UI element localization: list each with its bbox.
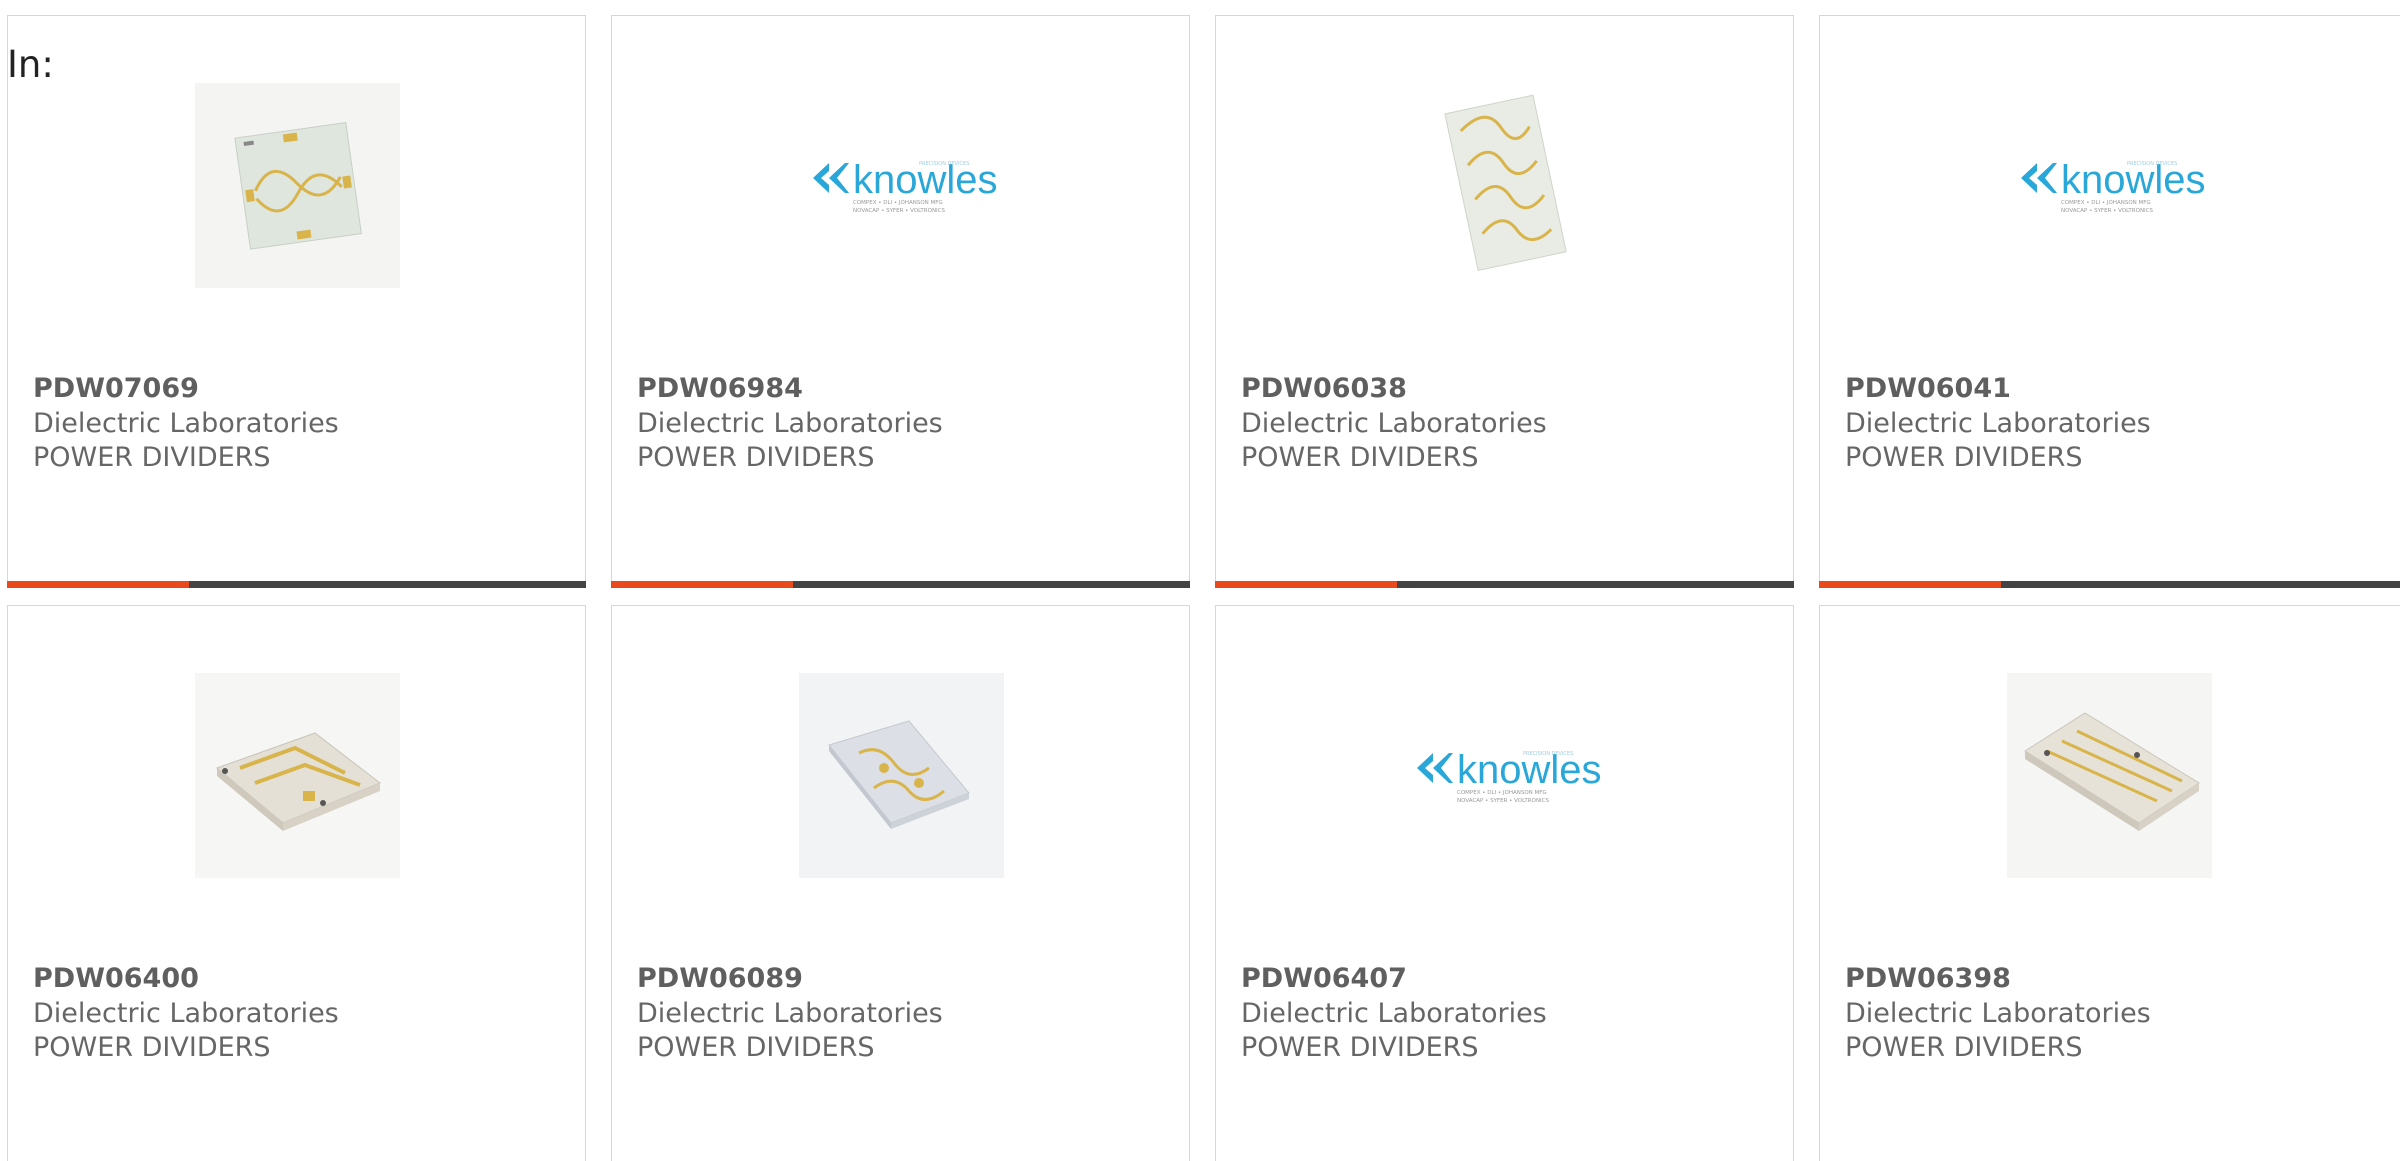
manufacturer: Dielectric Laboratories — [33, 408, 339, 439]
part-number[interactable]: PDW06041 — [1845, 372, 2011, 406]
product-image[interactable]: knowles PRECISION DEVICES COMPEX • DLI •… — [2007, 83, 2212, 288]
product-image[interactable]: knowles PRECISION DEVICES COMPEX • DLI •… — [799, 83, 1004, 288]
product-card-8[interactable]: PDW06398 Dielectric Laboratories POWER D… — [1819, 605, 2400, 1161]
knowles-logo-icon: knowles PRECISION DEVICES COMPEX • DLI •… — [2021, 158, 2206, 214]
manufacturer: Dielectric Laboratories — [1241, 408, 1547, 439]
product-card-5[interactable]: PDW06400 Dielectric Laboratories POWER D… — [7, 605, 586, 1161]
category: POWER DIVIDERS — [637, 442, 875, 473]
logo-brands-2: NOVACAP • SYFER • VOLTRONICS — [2061, 208, 2154, 214]
part-number[interactable]: PDW06407 — [1241, 962, 1407, 996]
logo-tagline: PRECISION DEVICES — [2127, 161, 2177, 167]
manufacturer: Dielectric Laboratories — [1845, 998, 2151, 1029]
manufacturer: Dielectric Laboratories — [637, 408, 943, 439]
category: POWER DIVIDERS — [637, 1032, 875, 1063]
logo-tagline: PRECISION DEVICES — [919, 161, 969, 167]
card-bar-accent — [1215, 581, 1397, 588]
product-image[interactable] — [195, 673, 400, 878]
manufacturer: Dielectric Laboratories — [1241, 998, 1547, 1029]
card-bar-accent — [1819, 581, 2001, 588]
logo-brands-2: NOVACAP • SYFER • VOLTRONICS — [1457, 798, 1550, 804]
part-number[interactable]: PDW06398 — [1845, 962, 2011, 996]
product-card-7[interactable]: knowles PRECISION DEVICES COMPEX • DLI •… — [1215, 605, 1794, 1161]
logo-brands-2: NOVACAP • SYFER • VOLTRONICS — [853, 208, 946, 214]
category: POWER DIVIDERS — [1241, 1032, 1479, 1063]
logo-brands-1: COMPEX • DLI • JOHANSON MFG — [853, 200, 943, 206]
manufacturer: Dielectric Laboratories — [1845, 408, 2151, 439]
product-card-6[interactable]: PDW06089 Dielectric Laboratories POWER D… — [611, 605, 1190, 1161]
category: POWER DIVIDERS — [1845, 1032, 2083, 1063]
product-card-2[interactable]: knowles PRECISION DEVICES COMPEX • DLI •… — [611, 15, 1190, 588]
part-number[interactable]: PDW06400 — [33, 962, 199, 996]
category: POWER DIVIDERS — [1241, 442, 1479, 473]
card-bar-accent — [611, 581, 793, 588]
part-number[interactable]: PDW07069 — [33, 372, 199, 406]
card-bar-accent — [7, 581, 189, 588]
product-grid-page: In: PDW07069 Dielectric Laboratories POW… — [0, 0, 2400, 1161]
product-card-4[interactable]: knowles PRECISION DEVICES COMPEX • DLI •… — [1819, 15, 2400, 588]
product-image[interactable] — [2007, 673, 2212, 878]
category: POWER DIVIDERS — [1845, 442, 2083, 473]
part-number[interactable]: PDW06038 — [1241, 372, 1407, 406]
product-image[interactable] — [195, 83, 400, 288]
product-image[interactable] — [799, 673, 1004, 878]
filter-label: In: — [7, 43, 54, 86]
manufacturer: Dielectric Laboratories — [33, 998, 339, 1029]
knowles-logo-icon: knowles PRECISION DEVICES COMPEX • DLI •… — [813, 158, 998, 214]
card-bar — [1215, 581, 1794, 588]
product-card-1[interactable]: PDW07069 Dielectric Laboratories POWER D… — [7, 15, 586, 588]
product-image[interactable] — [1403, 83, 1608, 288]
part-number[interactable]: PDW06984 — [637, 372, 803, 406]
part-number[interactable]: PDW06089 — [637, 962, 803, 996]
logo-brands-1: COMPEX • DLI • JOHANSON MFG — [1457, 790, 1547, 796]
product-card-3[interactable]: PDW06038 Dielectric Laboratories POWER D… — [1215, 15, 1794, 588]
logo-tagline: PRECISION DEVICES — [1523, 751, 1573, 757]
manufacturer: Dielectric Laboratories — [637, 998, 943, 1029]
card-bar — [7, 581, 586, 588]
card-bar — [611, 581, 1190, 588]
logo-brands-1: COMPEX • DLI • JOHANSON MFG — [2061, 200, 2151, 206]
card-bar — [1819, 581, 2400, 588]
product-image[interactable]: knowles PRECISION DEVICES COMPEX • DLI •… — [1403, 673, 1608, 878]
knowles-logo-icon: knowles PRECISION DEVICES COMPEX • DLI •… — [1417, 748, 1602, 804]
category: POWER DIVIDERS — [33, 442, 271, 473]
category: POWER DIVIDERS — [33, 1032, 271, 1063]
